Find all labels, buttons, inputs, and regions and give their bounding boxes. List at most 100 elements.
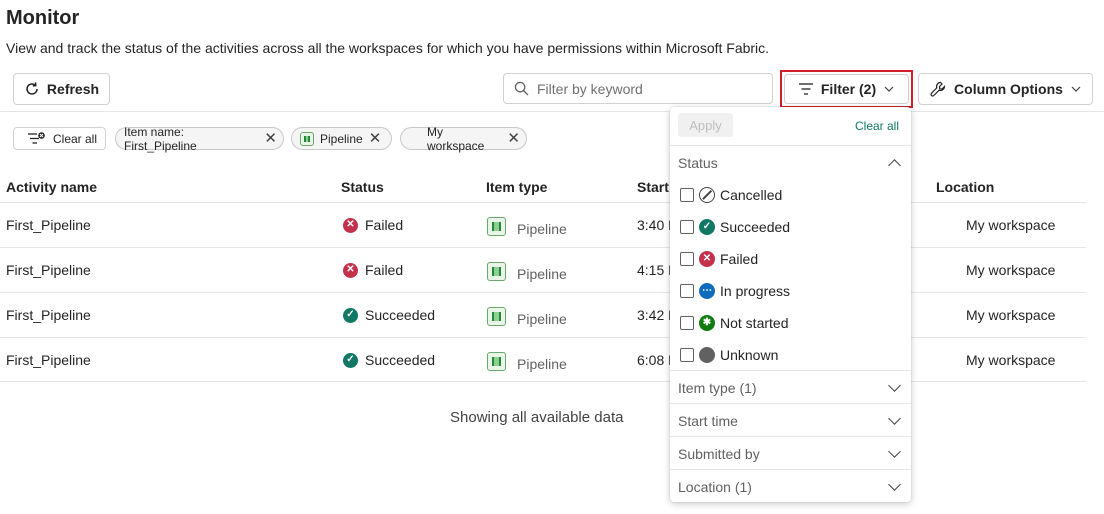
panel-divider (670, 436, 911, 437)
table-row[interactable]: First_Pipeline ✕ Failed Pipeline 4:15 F … (0, 247, 1086, 292)
activity-name-cell[interactable]: First_Pipeline (6, 352, 91, 368)
filter-chip-item-name[interactable]: Item name: First_Pipeline ✕ (115, 124, 284, 153)
chevron-down-icon[interactable] (888, 379, 901, 392)
checkbox[interactable] (680, 348, 694, 362)
option-label: Unknown (720, 347, 779, 363)
item-type-cell: Pipeline (487, 216, 567, 237)
column-header-activity-name[interactable]: Activity name (6, 179, 97, 195)
clear-all-filters-button[interactable]: Clear all (13, 127, 106, 150)
apply-button[interactable]: Apply (678, 113, 733, 137)
failed-icon: ✕ (699, 251, 715, 267)
column-header-status[interactable]: Status (341, 179, 384, 195)
wrench-icon (930, 81, 946, 97)
status-cell: ✓ Succeeded (343, 352, 435, 368)
refresh-icon (26, 82, 38, 95)
table-footer-message: Showing all available data (450, 409, 624, 426)
filter-button[interactable]: Filter (2) (784, 74, 909, 104)
column-header-item-type[interactable]: Item type (486, 179, 547, 195)
location-cell: My workspace (966, 217, 1056, 233)
in-progress-icon: ⋯ (699, 283, 715, 299)
item-type-text: Pipeline (517, 356, 567, 372)
status-option-unknown[interactable]: Unknown (680, 347, 778, 363)
clear-all-link[interactable]: Clear all (855, 119, 899, 133)
item-type-cell: Pipeline (487, 261, 567, 282)
succeeded-icon: ✓ (343, 307, 358, 323)
status-section-title[interactable]: Status (678, 155, 718, 171)
section-item-type[interactable]: Item type (1) (678, 380, 757, 396)
failed-icon: ✕ (343, 217, 358, 233)
checkbox[interactable] (680, 220, 694, 234)
refresh-label: Refresh (46, 81, 100, 97)
item-type-text: Pipeline (517, 221, 567, 237)
chevron-up-icon[interactable] (888, 159, 901, 172)
activity-name-cell[interactable]: First_Pipeline (6, 262, 91, 278)
search-input[interactable] (537, 80, 757, 97)
dismiss-icon[interactable]: ✕ (369, 131, 382, 146)
succeeded-icon: ✓ (343, 352, 358, 368)
chevron-down-icon[interactable] (888, 478, 901, 491)
section-start-time[interactable]: Start time (678, 413, 738, 429)
table-row[interactable]: First_Pipeline ✕ Failed Pipeline 3:40 F … (0, 202, 1086, 247)
column-options-button[interactable]: Column Options (918, 73, 1093, 105)
activity-name-cell[interactable]: First_Pipeline (6, 217, 91, 233)
chevron-down-icon (884, 86, 894, 92)
search-box[interactable] (503, 73, 773, 104)
option-label: In progress (720, 283, 791, 299)
unknown-icon (699, 347, 715, 363)
checkbox[interactable] (680, 284, 694, 298)
refresh-button[interactable]: Refresh (13, 73, 110, 105)
chip-label: My workspace (427, 124, 485, 153)
panel-divider (670, 370, 911, 371)
panel-divider (670, 403, 911, 404)
filter-icon (798, 83, 813, 95)
section-submitted-by[interactable]: Submitted by (678, 446, 760, 462)
location-cell: My workspace (966, 307, 1056, 323)
option-label: Failed (720, 251, 759, 267)
table-row[interactable]: First_Pipeline ✓ Succeeded Pipeline 3:42… (0, 292, 1086, 337)
filter-chip-location[interactable]: My workspace ✕ (400, 124, 527, 153)
checkbox[interactable] (680, 316, 694, 330)
status-option-not-started[interactable]: ✱ Not started (680, 315, 788, 331)
column-header-location[interactable]: Location (936, 179, 994, 195)
chip-label: Item name: First_Pipeline (124, 124, 197, 153)
item-type-cell: Pipeline (487, 351, 567, 372)
status-cell: ✕ Failed (343, 262, 403, 278)
status-cell: ✕ Failed (343, 217, 403, 233)
dismiss-icon[interactable]: ✕ (264, 131, 277, 146)
column-header-start[interactable]: Start (637, 179, 669, 195)
column-options-label: Column Options (954, 81, 1063, 97)
status-option-cancelled[interactable]: Cancelled (680, 187, 782, 203)
checkbox[interactable] (680, 252, 694, 266)
panel-divider (670, 145, 911, 146)
chevron-down-icon[interactable] (888, 412, 901, 425)
succeeded-icon: ✓ (699, 219, 715, 235)
status-option-succeeded[interactable]: ✓ Succeeded (680, 219, 790, 235)
status-option-in-progress[interactable]: ⋯ In progress (680, 283, 790, 299)
status-option-failed[interactable]: ✕ Failed (680, 251, 758, 267)
item-type-text: Pipeline (517, 266, 567, 282)
chevron-down-icon (1071, 86, 1081, 92)
not-started-icon: ✱ (699, 315, 715, 331)
chevron-down-icon[interactable] (888, 445, 901, 458)
dismiss-icon[interactable]: ✕ (507, 131, 520, 146)
filter-chip-item-type[interactable]: Pipeline ✕ (291, 127, 392, 150)
pipeline-icon (487, 217, 506, 236)
table-row[interactable]: First_Pipeline ✓ Succeeded Pipeline 6:08… (0, 337, 1086, 382)
clear-all-label: Clear all (53, 131, 98, 146)
pipeline-icon (300, 131, 314, 146)
status-text: Failed (365, 262, 404, 278)
pipeline-icon (487, 307, 506, 326)
chip-label: Pipeline (320, 131, 363, 146)
cancelled-icon (699, 187, 715, 203)
checkbox[interactable] (680, 188, 694, 202)
filter-panel: Apply Clear all Status Cancelled ✓ Succe… (670, 107, 911, 502)
section-location[interactable]: Location (1) (678, 479, 752, 495)
status-text: Succeeded (365, 352, 436, 368)
status-cell: ✓ Succeeded (343, 307, 435, 323)
activity-name-cell[interactable]: First_Pipeline (6, 307, 91, 323)
status-text: Succeeded (365, 307, 436, 323)
filter-dismiss-icon (28, 132, 45, 144)
location-cell: My workspace (966, 262, 1056, 278)
failed-icon: ✕ (343, 262, 358, 278)
page-title: Monitor (6, 7, 80, 29)
